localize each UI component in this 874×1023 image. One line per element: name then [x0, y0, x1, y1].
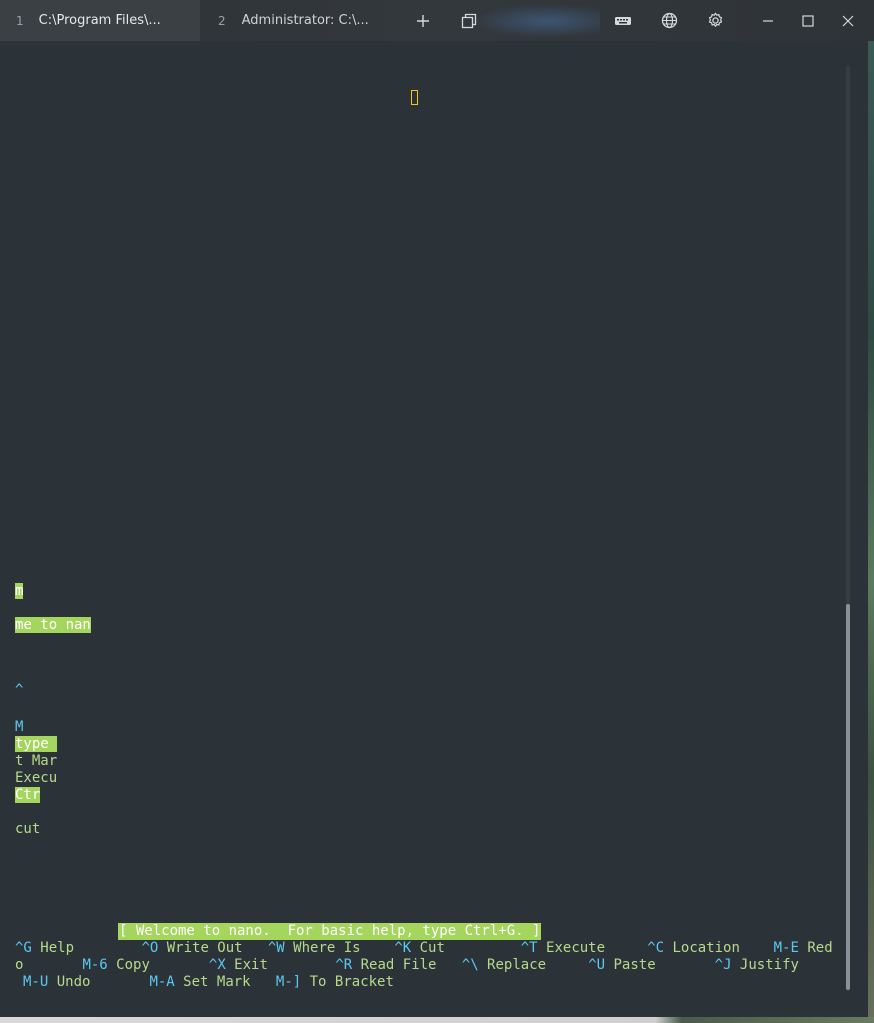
shortcut-row-1: ^G Help ^O Write Out ^W Where Is ^K Cut …	[15, 940, 846, 957]
windows-stack-icon	[461, 13, 477, 28]
terminal-pane[interactable]	[0, 41, 868, 1017]
text-cursor	[411, 90, 418, 105]
shortcut-key: M-U	[23, 974, 49, 990]
shortcut-label: Undo	[48, 974, 150, 990]
maximize-icon	[802, 14, 814, 27]
shortcut-label: Execute	[537, 940, 648, 956]
keyboard-icon	[615, 16, 631, 25]
maximize-button[interactable]	[788, 0, 828, 41]
globe-icon	[661, 12, 677, 29]
shortcut-key: ^W	[267, 940, 285, 956]
shortcut-key: M-A	[149, 974, 175, 990]
shortcut-key: ^O	[141, 940, 159, 956]
shortcut-label: Red	[798, 940, 833, 956]
minimize-button[interactable]	[748, 0, 788, 41]
tab-number: 2	[218, 13, 226, 28]
shortcut-row-2: o M-6 Copy ^X Exit ^R Read File ^\ Repla…	[15, 957, 846, 974]
shortcut-label: Help	[31, 940, 142, 956]
shortcut-key: ^\	[461, 957, 479, 973]
editor-fragment: t Mar	[15, 753, 58, 769]
minimize-icon	[763, 19, 773, 22]
shortcut-key: M-]	[275, 974, 302, 990]
editor-fragment: me to nan	[15, 617, 91, 633]
shortcut-key: ^T	[520, 940, 538, 956]
shortcut-label: Read File	[352, 957, 462, 973]
shortcut-label: Set Mark	[174, 974, 276, 990]
wrapped-text: o	[15, 957, 83, 973]
tab-2[interactable]: 2 Administrator: C:\...	[200, 0, 380, 41]
title-bar: 1 C:\Program Files\... 2 Administrator: …	[0, 0, 874, 41]
editor-fragment: cut	[15, 821, 41, 837]
shortcut-key: ^R	[335, 957, 353, 973]
shortcut-label: Location	[664, 940, 774, 956]
shortcut-row-3: M-U Undo M-A Set Mark M-] To Bracket	[23, 974, 854, 991]
editor-fragment: type	[15, 736, 58, 752]
shortcut-key: ^J	[714, 957, 732, 973]
language-button[interactable]	[649, 0, 689, 41]
tab-label: C:\Program Files\...	[38, 13, 161, 28]
tab-overview-button[interactable]	[449, 0, 489, 41]
tab-number: 1	[16, 13, 24, 28]
shortcut-label: Copy	[107, 957, 209, 973]
desktop-background-bottom	[0, 1017, 874, 1023]
scrollbar-thumb[interactable]	[846, 604, 850, 990]
shortcut-key: ^C	[647, 940, 665, 956]
editor-fragment: M	[15, 719, 24, 735]
shortcut-label: Justify	[731, 957, 799, 973]
editor-fragment: Ctr	[15, 787, 41, 803]
editor-fragment: ^	[15, 682, 24, 698]
shortcut-label: Write Out	[158, 940, 268, 956]
shortcut-label: Paste	[605, 957, 715, 973]
shortcut-key: ^K	[394, 940, 412, 956]
shortcut-key: M-E	[773, 940, 799, 956]
close-button[interactable]	[828, 0, 868, 41]
shortcut-label: Cut	[411, 940, 521, 956]
editor-fragment: m	[15, 583, 24, 599]
plus-icon	[417, 14, 429, 27]
tab-label: Administrator: C:\...	[241, 13, 369, 28]
shortcut-label: To Bracket	[301, 974, 394, 990]
settings-button[interactable]	[695, 0, 735, 41]
status-message: [ Welcome to nano. For basic help, type …	[118, 923, 542, 940]
shortcut-label: Replace	[478, 957, 589, 973]
shortcut-key: ^X	[208, 957, 226, 973]
editor-fragment: Execu	[15, 770, 58, 786]
desktop-background	[868, 40, 874, 1023]
keyboard-button[interactable]	[603, 0, 643, 41]
close-icon	[842, 15, 854, 26]
new-tab-button[interactable]	[403, 0, 443, 41]
shortcut-key: M-6	[82, 957, 108, 973]
shortcut-label: Where Is	[284, 940, 395, 956]
shortcut-key: ^U	[588, 957, 606, 973]
tab-1[interactable]: 1 C:\Program Files\...	[0, 0, 200, 41]
shortcut-label: Exit	[225, 957, 336, 973]
gear-icon	[708, 12, 722, 27]
shortcut-key: ^G	[15, 940, 32, 956]
